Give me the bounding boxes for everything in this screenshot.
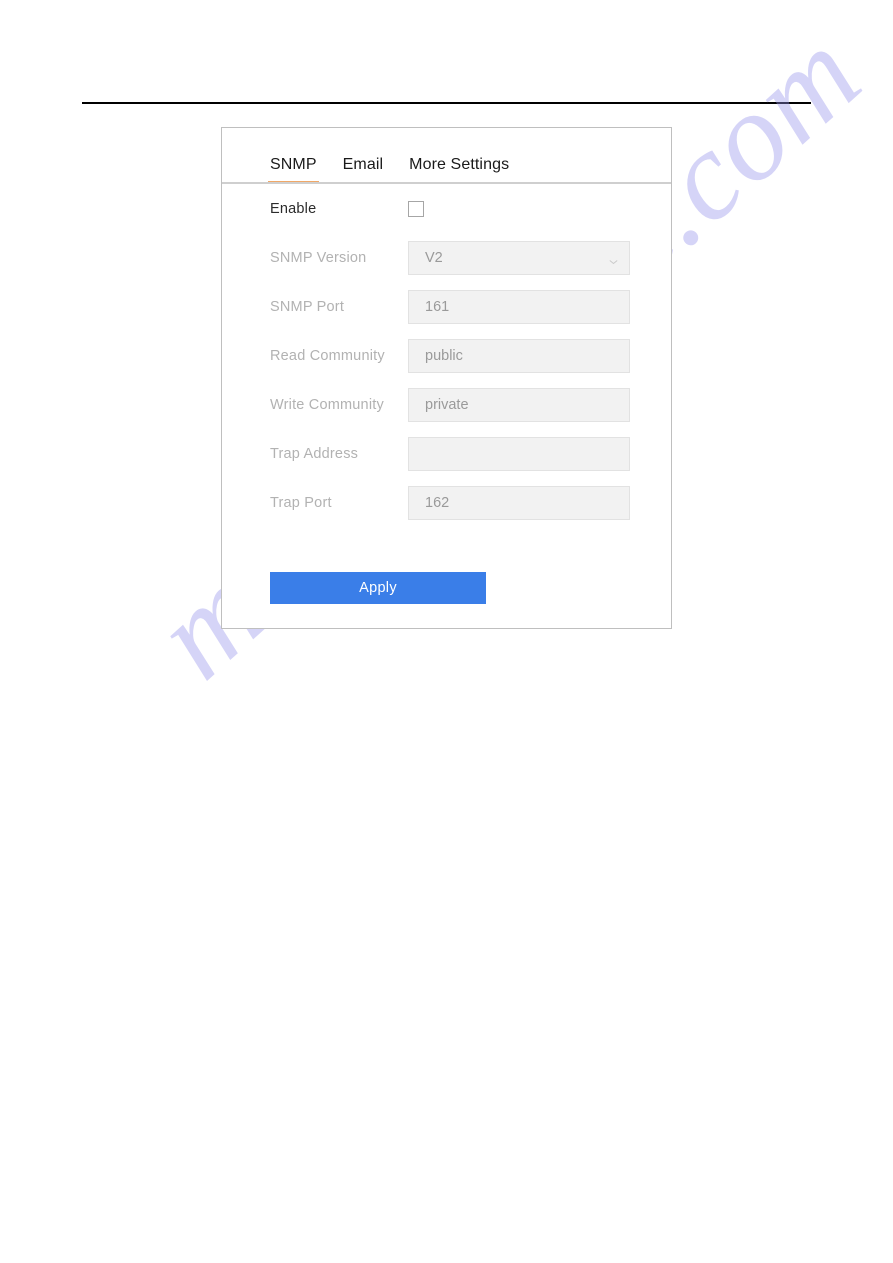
tab-more-settings-label: More Settings [409, 156, 510, 173]
label-snmp-port: SNMP Port [270, 298, 345, 315]
trap-address-input[interactable] [408, 436, 630, 471]
snmp-version-value: V2 [425, 249, 443, 266]
trap-port-value: 162 [425, 494, 450, 511]
write-community-input[interactable]: private [408, 387, 630, 422]
snmp-version-select[interactable]: V2 [408, 240, 630, 275]
snmp-port-input[interactable]: 161 [408, 289, 630, 324]
label-read-community: Read Community [270, 347, 385, 364]
tab-snmp[interactable]: SNMP [268, 156, 319, 184]
snmp-settings-panel: SNMP Email More Settings Enable SNMP Ver… [221, 127, 672, 629]
write-community-value: private [425, 396, 469, 413]
form-row-trap-port: Trap Port 162 [222, 478, 671, 527]
tab-email[interactable]: Email [343, 156, 384, 184]
label-enable: Enable [270, 200, 317, 217]
chevron-down-icon [609, 253, 618, 264]
form-row-snmp-version: SNMP Version V2 [222, 233, 671, 282]
form-row-trap-address: Trap Address [222, 429, 671, 478]
apply-button-wrapper: Apply [270, 572, 486, 604]
label-trap-port: Trap Port [270, 494, 332, 511]
read-community-value: public [425, 347, 463, 364]
snmp-form: Enable SNMP Version V2 SNMP Port 161 Rea… [222, 184, 671, 527]
tab-list: SNMP Email More Settings [268, 156, 509, 184]
tab-more-settings[interactable]: More Settings [409, 156, 509, 184]
label-trap-address: Trap Address [270, 445, 359, 462]
read-community-input[interactable]: public [408, 338, 630, 373]
trap-port-input[interactable]: 162 [408, 485, 630, 520]
form-row-snmp-port: SNMP Port 161 [222, 282, 671, 331]
apply-button[interactable]: Apply [270, 572, 486, 604]
form-row-read-community: Read Community public [222, 331, 671, 380]
form-row-write-community: Write Community private [222, 380, 671, 429]
label-snmp-version: SNMP Version [270, 249, 367, 266]
tab-email-label: Email [342, 156, 384, 173]
tab-bar: SNMP Email More Settings [222, 128, 671, 184]
tab-snmp-label: SNMP [270, 156, 317, 173]
form-row-enable: Enable [222, 184, 671, 233]
enable-checkbox[interactable] [408, 200, 424, 217]
snmp-port-value: 161 [425, 298, 450, 315]
label-write-community: Write Community [270, 396, 384, 413]
page-header-rule [82, 102, 811, 104]
